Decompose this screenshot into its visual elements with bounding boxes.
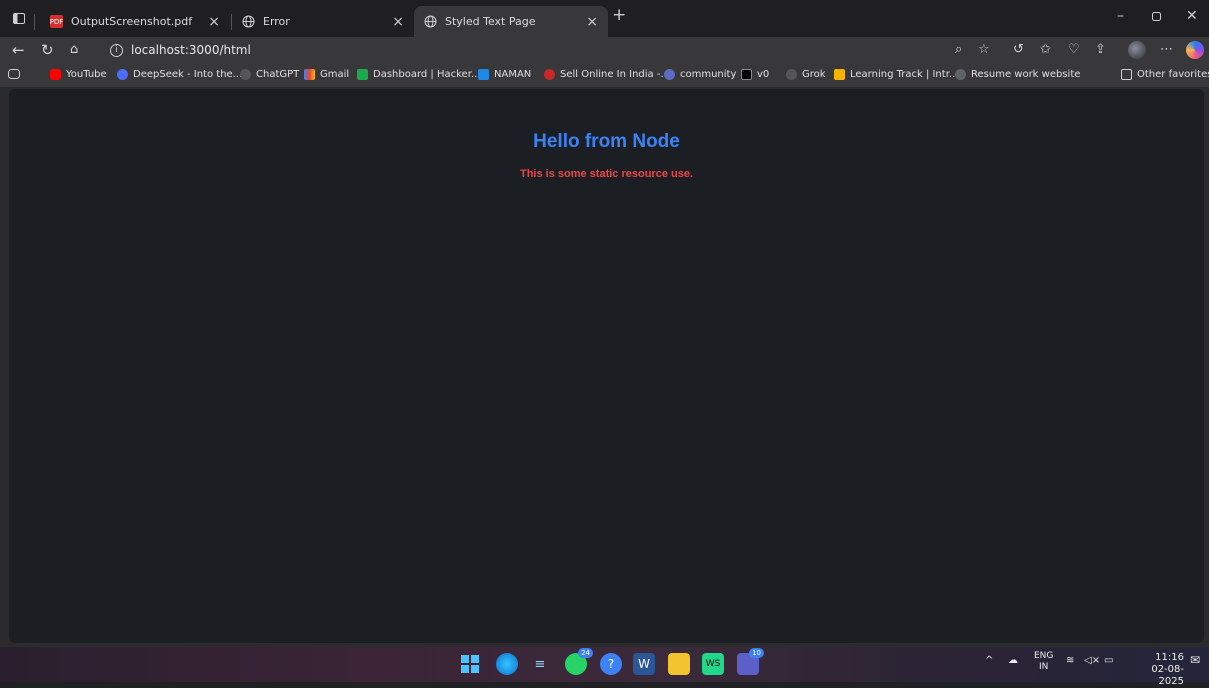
browser-window: PDF OutputScreenshot.pdf × Error × Style… <box>0 0 1209 687</box>
chevron-up-icon[interactable]: ^ <box>985 655 993 666</box>
grok-icon <box>786 69 797 80</box>
close-icon[interactable]: × <box>208 14 220 30</box>
globe-icon <box>424 15 437 28</box>
speaker-muted-icon[interactable]: ◁× <box>1084 655 1100 666</box>
tab-pdf[interactable]: PDF OutputScreenshot.pdf × <box>40 6 230 37</box>
zoom-icon[interactable]: ⌕ <box>955 42 962 57</box>
bookmark-naman[interactable]: NAMAN <box>478 69 531 80</box>
tab-error[interactable]: Error × <box>232 6 414 37</box>
language-indicator[interactable]: ENG IN <box>1034 651 1053 673</box>
tab-title: Error <box>263 15 290 28</box>
page-content: Hello from Node This is some static reso… <box>9 89 1204 643</box>
tab-title: OutputScreenshot.pdf <box>71 15 193 28</box>
address-bar[interactable]: i localhost:3000/html <box>98 39 998 61</box>
folder-icon <box>1121 69 1132 80</box>
favorite-star-icon[interactable]: ☆ <box>978 42 990 57</box>
bookmark-chatgpt[interactable]: ChatGPT <box>240 69 299 80</box>
home-icon[interactable]: ⌂ <box>70 42 78 57</box>
hackerrank-icon <box>357 69 368 80</box>
site-info-icon[interactable]: i <box>110 43 123 57</box>
help-icon[interactable]: ? <box>600 653 622 675</box>
whatsapp-icon[interactable]: 24 <box>565 648 593 675</box>
profile-avatar[interactable] <box>1128 41 1146 59</box>
cloud-icon[interactable]: ☁ <box>1008 655 1018 666</box>
copilot-icon[interactable] <box>1186 41 1204 59</box>
refresh-extension-icon[interactable]: ↺ <box>1013 42 1024 57</box>
community-icon <box>664 69 675 80</box>
pdf-icon: PDF <box>50 15 63 28</box>
notification-icon[interactable]: ✉ <box>1190 653 1200 667</box>
minimize-icon[interactable]: – <box>1117 8 1124 24</box>
page-heading: Hello from Node <box>533 131 680 152</box>
close-icon[interactable]: × <box>392 14 404 30</box>
close-icon[interactable]: × <box>586 14 598 30</box>
other-favorites[interactable]: Other favorites <box>1121 69 1209 80</box>
time: 11:16 <box>1155 652 1184 663</box>
bookmark-deepseek[interactable]: DeepSeek - Into the... <box>117 69 242 80</box>
new-tab-icon[interactable]: + <box>612 5 626 25</box>
bookmark-hackerrank[interactable]: Dashboard | Hacker... <box>357 69 480 80</box>
taskbar: ≡ 24 ? W WS 10 ^ ☁ ENG IN ≋ ◁× ▭ 11:16 0… <box>0 647 1209 687</box>
sidebar-toggle-icon[interactable] <box>8 69 20 79</box>
file-explorer-icon[interactable] <box>668 653 690 675</box>
restore-icon[interactable] <box>1151 8 1162 26</box>
share-icon[interactable]: ⇪ <box>1095 42 1106 57</box>
windows-start-icon[interactable] <box>459 653 481 675</box>
page-paragraph: This is some static resource use. <box>519 168 694 180</box>
bookmark-community[interactable]: community <box>664 69 736 80</box>
bookmark-gmail[interactable]: Gmail <box>304 69 349 80</box>
webstorm-icon[interactable]: WS <box>702 653 724 675</box>
tab-title: Styled Text Page <box>445 15 536 28</box>
reload-icon[interactable]: ↻ <box>41 41 54 59</box>
more-icon[interactable]: ⋯ <box>1160 42 1173 57</box>
gmail-icon <box>304 69 315 80</box>
whatsapp-badge: 24 <box>578 648 593 658</box>
teams-icon[interactable]: 10 <box>737 648 764 675</box>
health-icon[interactable]: ♡ <box>1068 42 1080 57</box>
youtube-icon <box>50 69 61 80</box>
bookmark-youtube[interactable]: YouTube <box>50 69 107 80</box>
wifi-icon[interactable]: ≋ <box>1066 655 1074 666</box>
bookmark-resume[interactable]: Resume work website <box>955 69 1080 80</box>
learning-track-icon <box>834 69 845 80</box>
back-icon[interactable]: ← <box>12 41 25 59</box>
globe-icon <box>242 15 255 28</box>
word-icon[interactable]: W <box>633 653 655 675</box>
bookmarks-bar: YouTube DeepSeek - Into the... ChatGPT G… <box>0 63 1209 88</box>
edge-icon[interactable] <box>496 653 518 675</box>
deepseek-icon <box>117 69 128 80</box>
teams-badge: 10 <box>749 648 764 658</box>
sell-online-icon <box>544 69 555 80</box>
v0-icon <box>741 69 752 80</box>
bookmark-learning-track[interactable]: Learning Track | Intr... <box>834 69 958 80</box>
battery-icon[interactable]: ▭ <box>1104 655 1113 666</box>
toolbar: ← ↻ ⌂ i localhost:3000/html ⌕ ☆ ↺ ✩ ♡ ⇪ … <box>0 37 1209 63</box>
favorites-list-icon[interactable]: ✩ <box>1040 42 1051 57</box>
widgets-icon[interactable]: ≡ <box>529 653 551 675</box>
tab-actions-icon[interactable] <box>10 10 28 26</box>
bookmark-sell-online[interactable]: Sell Online In India -... <box>544 69 670 80</box>
chatgpt-icon <box>240 69 251 80</box>
tab-strip: PDF OutputScreenshot.pdf × Error × Style… <box>0 0 1209 37</box>
resume-icon <box>955 69 966 80</box>
date: 02-08-2025 <box>1151 664 1184 687</box>
bookmark-grok[interactable]: Grok <box>786 69 826 80</box>
bookmark-v0[interactable]: v0 <box>741 69 769 80</box>
clock[interactable]: 11:16 02-08-2025 <box>1128 652 1184 688</box>
naman-icon <box>478 69 489 80</box>
address-text: localhost:3000/html <box>131 43 251 57</box>
close-window-icon[interactable]: ✕ <box>1186 8 1198 24</box>
tab-styled-text-page[interactable]: Styled Text Page × <box>414 6 608 37</box>
